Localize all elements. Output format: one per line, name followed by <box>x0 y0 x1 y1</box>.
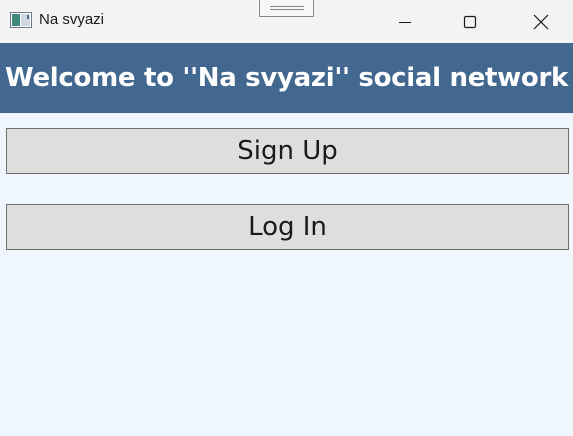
minimize-button[interactable] <box>373 0 437 43</box>
log-in-button[interactable]: Log In <box>6 204 569 250</box>
close-button[interactable] <box>509 0 573 43</box>
welcome-title: Welcome to ''Na svyazi'' social network <box>5 63 568 93</box>
maximize-icon <box>463 15 477 28</box>
sign-up-button[interactable]: Sign Up <box>6 128 569 174</box>
close-icon <box>533 14 549 29</box>
minimize-icon <box>399 21 411 23</box>
app-icon <box>10 12 32 28</box>
snap-layout-handle[interactable] <box>259 0 314 17</box>
welcome-banner: Welcome to ''Na svyazi'' social network <box>0 43 573 113</box>
title-bar[interactable]: Na svyazi <box>0 0 573 43</box>
window-title: Na svyazi <box>39 11 105 28</box>
maximize-button[interactable] <box>438 0 502 43</box>
